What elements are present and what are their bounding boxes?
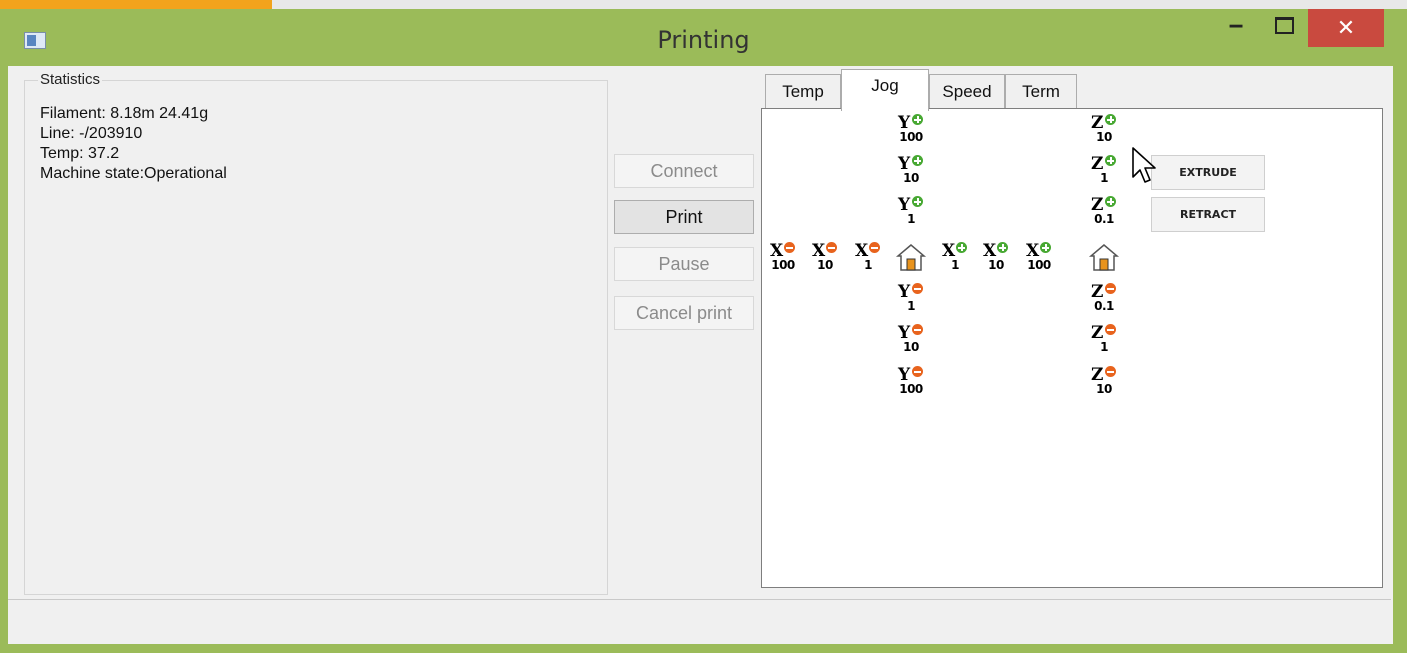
minus-icon [1105,283,1116,294]
plus-icon [912,114,923,125]
jog-x-minus-100-button[interactable]: X 100 [766,240,800,276]
connect-button[interactable]: Connect [614,154,754,188]
mouse-cursor-icon [1132,147,1156,183]
jog-step-label: 1 [951,258,959,272]
minus-icon [1105,366,1116,377]
jog-x-minus-10-button[interactable]: X 10 [808,240,842,276]
status-bar [8,599,1391,644]
print-button[interactable]: Print [614,200,754,234]
temp-stat: Temp: 37.2 [40,145,120,162]
printing-window: Printing ‒ ✕ Statistics Filament: 8.18m … [0,0,1407,653]
jog-step-label: 10 [988,258,1004,272]
jog-y-plus-10-button[interactable]: Y 10 [894,153,928,189]
maximize-button[interactable] [1260,9,1308,41]
minus-icon [912,283,923,294]
tab-temp[interactable]: Temp [765,74,841,109]
jog-y-minus-1-button[interactable]: Y1 [894,281,928,317]
jog-y-minus-10-button[interactable]: Y 10 [894,322,928,358]
jog-z-minus-0_1-button[interactable]: Z 0.1 [1087,281,1121,317]
jog-z-plus-1-button[interactable]: Z1 [1087,153,1121,189]
jog-panel [761,108,1383,588]
jog-step-label: 1 [907,212,915,226]
jog-x-plus-100-button[interactable]: X 100 [1022,240,1056,276]
home-icon [1088,244,1120,271]
jog-step-label: 1 [907,299,915,313]
minimize-button[interactable]: ‒ [1212,9,1260,41]
plus-icon [1105,196,1116,207]
plus-icon [912,196,923,207]
jog-step-label: 10 [1096,130,1112,144]
plus-icon [1040,242,1051,253]
minus-icon [912,324,923,335]
tab-speed[interactable]: Speed [929,74,1005,109]
jog-x-minus-1-button[interactable]: X1 [851,240,885,276]
jog-z-minus-1-button[interactable]: Z1 [1087,322,1121,358]
tab-jog[interactable]: Jog [841,69,929,111]
plus-icon [956,242,967,253]
plus-icon [912,155,923,166]
minus-icon [784,242,795,253]
home-icon [895,244,927,271]
close-icon: ✕ [1336,15,1356,41]
jog-y-plus-100-button[interactable]: Y 100 [894,112,928,148]
jog-z-minus-10-button[interactable]: Z 10 [1087,364,1121,400]
statistics-lines: Filament: 8.18m 24.41g Line: -/203910 Te… [40,104,227,184]
jog-y-plus-1-button[interactable]: Y1 [894,194,928,230]
extrude-button[interactable]: EXTRUDE [1151,155,1265,190]
close-button[interactable]: ✕ [1308,9,1384,47]
jog-x-plus-10-button[interactable]: X 10 [979,240,1013,276]
jog-step-label: 1 [1100,171,1108,185]
window-client-area: Statistics Filament: 8.18m 24.41g Line: … [8,66,1393,644]
statistics-legend: Statistics [38,71,103,88]
jog-step-label: 0.1 [1094,212,1114,226]
filament-stat: Filament: 8.18m 24.41g [40,105,209,122]
minimize-icon: ‒ [1228,12,1244,38]
plus-icon [1105,114,1116,125]
jog-step-label: 10 [903,171,919,185]
minus-icon [912,366,923,377]
minus-icon [1105,324,1116,335]
machine-state-stat: Machine state:Operational [40,165,227,182]
cancel-print-button[interactable]: Cancel print [614,296,754,330]
taskbar-strip [0,0,1407,9]
line-stat: Line: -/203910 [40,125,143,142]
plus-icon [1105,155,1116,166]
jog-step-label: 0.1 [1094,299,1114,313]
jog-step-label: 100 [771,258,795,272]
statistics-group: Statistics Filament: 8.18m 24.41g Line: … [24,71,608,595]
jog-step-label: 100 [899,130,923,144]
maximize-icon [1274,16,1294,34]
title-bar[interactable]: Printing ‒ ✕ [0,9,1407,66]
jog-step-label: 100 [1027,258,1051,272]
jog-step-label: 100 [899,382,923,396]
jog-x-plus-1-button[interactable]: X1 [938,240,972,276]
window-title: Printing [657,26,750,54]
jog-step-label: 1 [1100,340,1108,354]
plus-icon [997,242,1008,253]
retract-button[interactable]: RETRACT [1151,197,1265,232]
jog-z-plus-10-button[interactable]: Z 10 [1087,112,1121,148]
jog-step-label: 1 [864,258,872,272]
tab-term[interactable]: Term [1005,74,1077,109]
jog-y-minus-100-button[interactable]: Y 100 [894,364,928,400]
jog-z-plus-0_1-button[interactable]: Z 0.1 [1087,194,1121,230]
home-z-button[interactable] [1087,240,1121,276]
pause-button[interactable]: Pause [614,247,754,281]
jog-step-label: 10 [817,258,833,272]
home-xy-button[interactable] [894,240,928,276]
minus-icon [869,242,880,253]
minus-icon [826,242,837,253]
jog-step-label: 10 [1096,382,1112,396]
jog-step-label: 10 [903,340,919,354]
